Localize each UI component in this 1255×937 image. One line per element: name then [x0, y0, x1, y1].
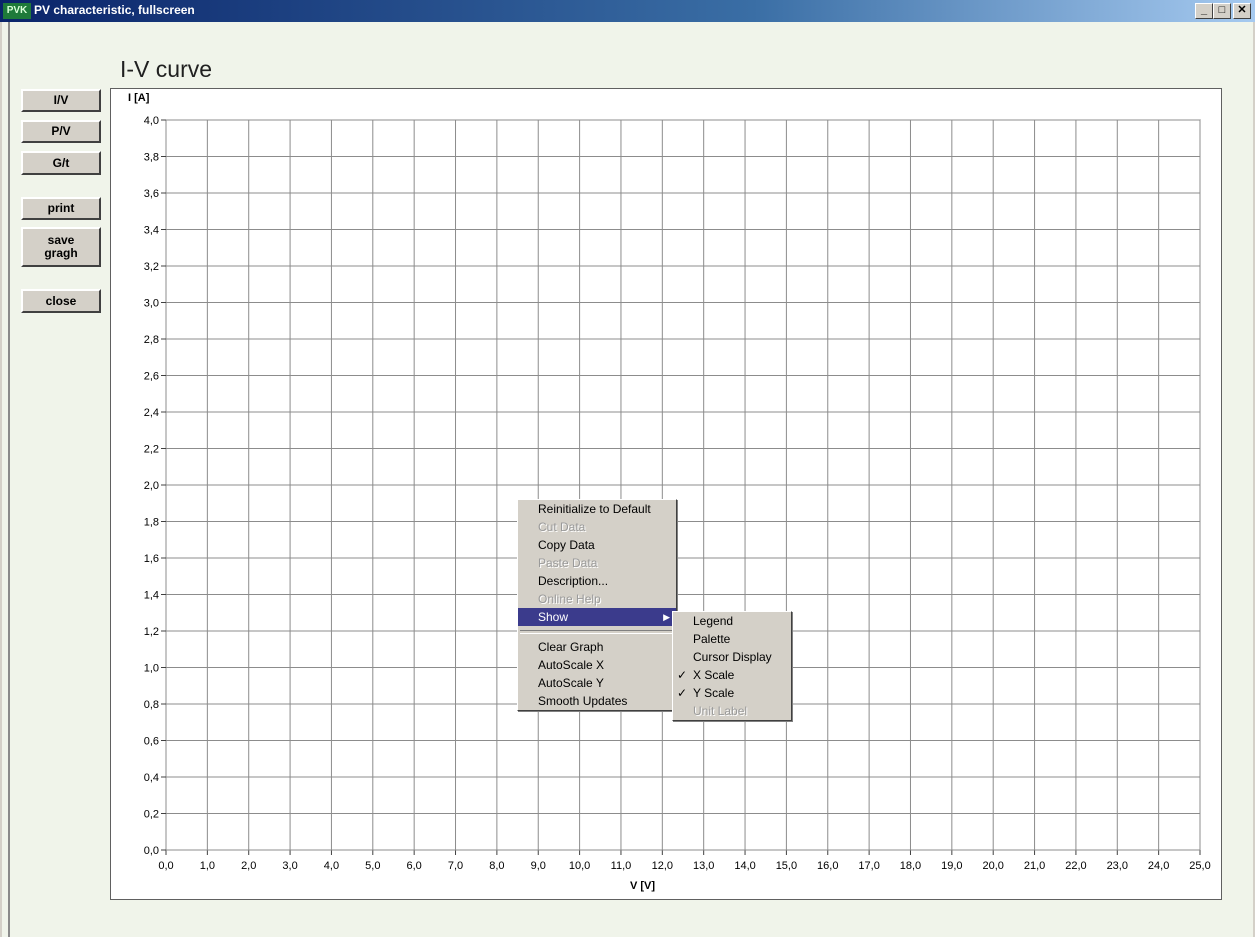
- menu-item-label: AutoScale Y: [538, 676, 604, 690]
- x-tick-label: 1,0: [200, 860, 215, 872]
- x-tick-label: 2,0: [241, 860, 256, 872]
- y-tick-label: 0,4: [144, 772, 159, 784]
- x-tick-label: 22,0: [1065, 860, 1086, 872]
- y-tick-label: 1,0: [144, 663, 159, 675]
- submenu-item-label: Cursor Display: [693, 650, 772, 664]
- y-tick-label: 2,8: [144, 334, 159, 346]
- chart-grid: [161, 119, 1201, 855]
- y-tick-label: 3,6: [144, 188, 159, 200]
- x-tick-label: 23,0: [1107, 860, 1128, 872]
- menu-item-copy-data[interactable]: Copy Data: [518, 536, 676, 554]
- y-tick-label: 3,0: [144, 298, 159, 310]
- menu-item-label: Cut Data: [538, 520, 586, 534]
- submenu-item-label: X Scale: [693, 668, 735, 682]
- y-tick-label: 2,4: [144, 407, 159, 419]
- x-tick-label: 3,0: [282, 860, 297, 872]
- menu-item-label: Description...: [538, 574, 609, 588]
- submenu-item-x-scale[interactable]: ✓ X Scale: [673, 666, 791, 684]
- checkmark-icon: ✓: [677, 668, 688, 682]
- x-tick-label: 13,0: [693, 860, 714, 872]
- menu-item-label: Smooth Updates: [538, 694, 628, 708]
- show-submenu: Legend Palette Cursor Display ✓ X Scale ✓ Y Sc…: [672, 611, 792, 721]
- x-tick-label: 24,0: [1148, 860, 1169, 872]
- y-tick-label: 1,8: [144, 517, 159, 529]
- x-tick-label: 0,0: [158, 860, 173, 872]
- x-tick-label: 25,0: [1189, 860, 1210, 872]
- x-tick-label: 17,0: [858, 860, 879, 872]
- y-tick-label: 1,2: [144, 626, 159, 638]
- y-tick-label: 2,0: [144, 480, 159, 492]
- submenu-item-unit-label: Unit Label: [673, 702, 791, 720]
- menu-item-online-help: Online Help: [518, 590, 676, 608]
- y-tick-label: 1,6: [144, 553, 159, 565]
- y-tick-label: 0,0: [144, 845, 159, 857]
- menu-item-autoscale-x[interactable]: AutoScale X: [518, 656, 676, 674]
- x-tick-label: 14,0: [734, 860, 755, 872]
- x-tick-label: 21,0: [1024, 860, 1045, 872]
- x-tick-label: 5,0: [365, 860, 380, 872]
- x-tick-label: 10,0: [569, 860, 590, 872]
- context-menu: Reinitialize to Default Cut Data Copy Data…: [517, 499, 677, 711]
- x-tick-label: 7,0: [448, 860, 463, 872]
- submenu-item-label: Y Scale: [693, 686, 735, 700]
- menu-separator: [520, 630, 674, 634]
- submenu-item-cursor-display[interactable]: Cursor Display: [673, 648, 791, 666]
- menu-item-cut-data: Cut Data: [518, 518, 676, 536]
- y-tick-label: 0,8: [144, 699, 159, 711]
- menu-item-label: AutoScale X: [538, 658, 605, 672]
- menu-item-paste-data: Paste Data: [518, 554, 676, 572]
- menu-item-label: Online Help: [538, 592, 601, 606]
- y-tick-label: 0,6: [144, 736, 159, 748]
- y-tick-label: 2,2: [144, 444, 159, 456]
- submenu-item-label: Unit Label: [693, 704, 748, 718]
- x-axis-ticks: 0,0 1,0 2,0 3,0 4,0 5,0 6,0 7,0 8,0 9,0 10,0 11,0 12…: [158, 860, 1210, 872]
- iv-chart: 0,0 1,0 2,0 3,0 4,0 5,0 6,0 7,0 8,0 9,0 10,0 11,0 12…: [144, 115, 1211, 872]
- submenu-item-label: Legend: [693, 614, 734, 628]
- menu-item-autoscale-y[interactable]: AutoScale Y: [518, 674, 676, 692]
- y-tick-label: 1,4: [144, 590, 159, 602]
- menu-item-reinitialize-to-default[interactable]: Reinitialize to Default: [518, 500, 676, 518]
- submenu-arrow-icon: ▶: [663, 612, 670, 622]
- submenu-item-y-scale[interactable]: ✓ Y Scale: [673, 684, 791, 702]
- x-tick-label: 19,0: [941, 860, 962, 872]
- submenu-item-legend[interactable]: Legend: [673, 612, 791, 630]
- y-axis-ticks: 0,0 0,2 0,4 0,6 0,8 1,0 1,2 1,4 1,6 1,8 2,0 2,2 2,4 2…: [144, 115, 159, 857]
- menu-item-show[interactable]: Show ▶: [518, 608, 676, 626]
- y-tick-label: 2,6: [144, 371, 159, 383]
- x-tick-label: 11,0: [611, 860, 632, 872]
- menu-item-label: Clear Graph: [538, 640, 604, 654]
- x-tick-label: 12,0: [652, 860, 673, 872]
- submenu-item-label: Palette: [693, 632, 731, 646]
- y-tick-label: 3,4: [144, 225, 159, 237]
- menu-item-label: Show: [538, 610, 569, 624]
- x-tick-label: 9,0: [531, 860, 546, 872]
- x-tick-label: 6,0: [407, 860, 422, 872]
- menu-item-label: Copy Data: [538, 538, 595, 552]
- y-tick-label: 4,0: [144, 115, 159, 127]
- menu-item-label: Paste Data: [538, 556, 598, 570]
- menu-item-description[interactable]: Description...: [518, 572, 676, 590]
- y-tick-label: 3,8: [144, 152, 159, 164]
- submenu-item-palette[interactable]: Palette: [673, 630, 791, 648]
- x-tick-label: 8,0: [489, 860, 504, 872]
- menu-item-smooth-updates[interactable]: Smooth Updates: [518, 692, 676, 710]
- checkmark-icon: ✓: [677, 686, 688, 700]
- y-axis-label: I [A]: [128, 92, 150, 104]
- x-tick-label: 16,0: [817, 860, 838, 872]
- x-axis-label: V [V]: [630, 880, 656, 892]
- y-tick-label: 3,2: [144, 261, 159, 273]
- y-tick-label: 0,2: [144, 809, 159, 821]
- menu-item-clear-graph[interactable]: Clear Graph: [518, 638, 676, 656]
- x-tick-label: 20,0: [982, 860, 1003, 872]
- x-tick-label: 18,0: [900, 860, 921, 872]
- menu-item-label: Reinitialize to Default: [538, 502, 651, 516]
- x-tick-label: 4,0: [324, 860, 339, 872]
- x-tick-label: 15,0: [776, 860, 797, 872]
